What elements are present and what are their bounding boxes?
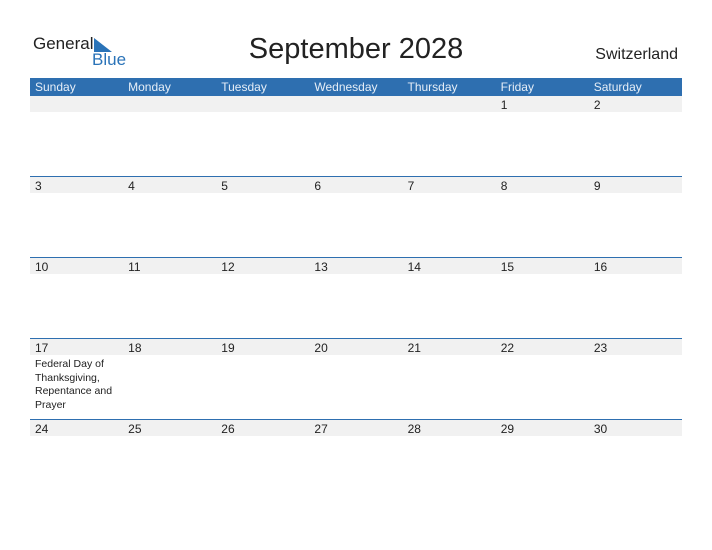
day-cell[interactable]	[403, 96, 496, 177]
day-number: 29	[500, 422, 515, 436]
day-cell[interactable]: 12	[216, 258, 309, 339]
week-row: 3 4 5 6 7 8 9	[30, 176, 682, 258]
day-cell[interactable]: 25	[123, 420, 216, 501]
day-number: 5	[221, 179, 228, 193]
day-cell[interactable]: 9	[589, 177, 682, 258]
day-cell[interactable]: 27	[309, 420, 402, 501]
day-cell[interactable]: 20	[309, 339, 402, 420]
weekday-sunday: Sunday	[35, 80, 76, 94]
day-cell[interactable]: 1	[496, 96, 589, 177]
day-cell[interactable]: 14	[403, 258, 496, 339]
day-cell[interactable]: 3	[30, 177, 123, 258]
week-row: 17 Federal Day of Thanksgiving, Repentanc…	[30, 338, 682, 420]
day-cell[interactable]: 13	[309, 258, 402, 339]
day-cell[interactable]: 21	[403, 339, 496, 420]
day-cell[interactable]: 22	[496, 339, 589, 420]
day-cell[interactable]	[30, 96, 123, 177]
day-number: 19	[221, 341, 235, 355]
day-number: 22	[500, 341, 515, 355]
day-number: 11	[128, 260, 141, 274]
day-number: 30	[593, 422, 608, 436]
day-number: 1	[500, 98, 508, 112]
day-number: 8	[500, 179, 508, 193]
weekday-tuesday: Tuesday	[221, 80, 267, 94]
day-cell[interactable]: 28	[403, 420, 496, 501]
day-number: 17	[35, 341, 49, 355]
day-number: 12	[221, 260, 235, 274]
weekday-header: Sunday Monday Tuesday Wednesday Thursday…	[30, 78, 682, 96]
day-cell[interactable]: 10	[30, 258, 123, 339]
day-cell[interactable]: 4	[123, 177, 216, 258]
week-row: 10 11 12 13 14 15 16	[30, 257, 682, 339]
week-row: 24 25 26 27 28 29 30	[30, 419, 682, 501]
day-number: 18	[128, 341, 142, 355]
day-number: 2	[593, 98, 601, 112]
day-number: 7	[407, 179, 415, 193]
day-number: 14	[407, 260, 421, 274]
day-cell[interactable]: 30	[589, 420, 682, 501]
day-number: 9	[593, 179, 601, 193]
day-cell[interactable]: 24	[30, 420, 123, 501]
day-cell[interactable]: 6	[309, 177, 402, 258]
day-number: 23	[593, 341, 608, 355]
day-number: 15	[500, 260, 515, 274]
day-cell[interactable]: 18	[123, 339, 216, 420]
day-number: 3	[35, 179, 42, 193]
day-number: 27	[314, 422, 328, 436]
day-cell[interactable]	[309, 96, 402, 177]
day-number: 21	[407, 341, 421, 355]
day-number: 16	[593, 260, 608, 274]
weekday-monday: Monday	[128, 80, 171, 94]
day-cell[interactable]: 16	[589, 258, 682, 339]
country-label: Switzerland	[595, 46, 678, 63]
day-number: 4	[128, 179, 135, 193]
day-cell[interactable]: 19	[216, 339, 309, 420]
day-number: 26	[221, 422, 235, 436]
day-number: 13	[314, 260, 328, 274]
day-number: 10	[35, 260, 49, 274]
weekday-friday: Friday	[500, 80, 534, 94]
week-row: 12	[30, 96, 682, 177]
weekday-saturday: Saturday	[593, 80, 642, 94]
day-cell[interactable]: 23	[589, 339, 682, 420]
day-cell[interactable]: 15	[496, 258, 589, 339]
day-number: 25	[128, 422, 142, 436]
day-cell[interactable]	[216, 96, 309, 177]
day-number: 6	[314, 179, 322, 193]
day-number: 28	[407, 422, 421, 436]
day-number: 20	[314, 341, 328, 355]
day-cell[interactable]: 26	[216, 420, 309, 501]
day-cell[interactable]: 11	[123, 258, 216, 339]
holiday-event: Federal Day of Thanksgiving, Repentance …	[35, 358, 113, 411]
day-cell[interactable]	[123, 96, 216, 177]
day-cell[interactable]: 8	[496, 177, 589, 258]
day-cell[interactable]: 29	[496, 420, 589, 501]
day-cell[interactable]: 7	[403, 177, 496, 258]
weekday-thursday: Thursday	[407, 80, 458, 94]
day-cell[interactable]: 17 Federal Day of Thanksgiving, Repentanc…	[30, 339, 123, 420]
day-cell[interactable]: 5	[216, 177, 309, 258]
day-cell[interactable]: 2	[589, 96, 682, 177]
weekday-wednesday: Wednesday	[314, 80, 378, 94]
day-number: 24	[35, 422, 49, 436]
